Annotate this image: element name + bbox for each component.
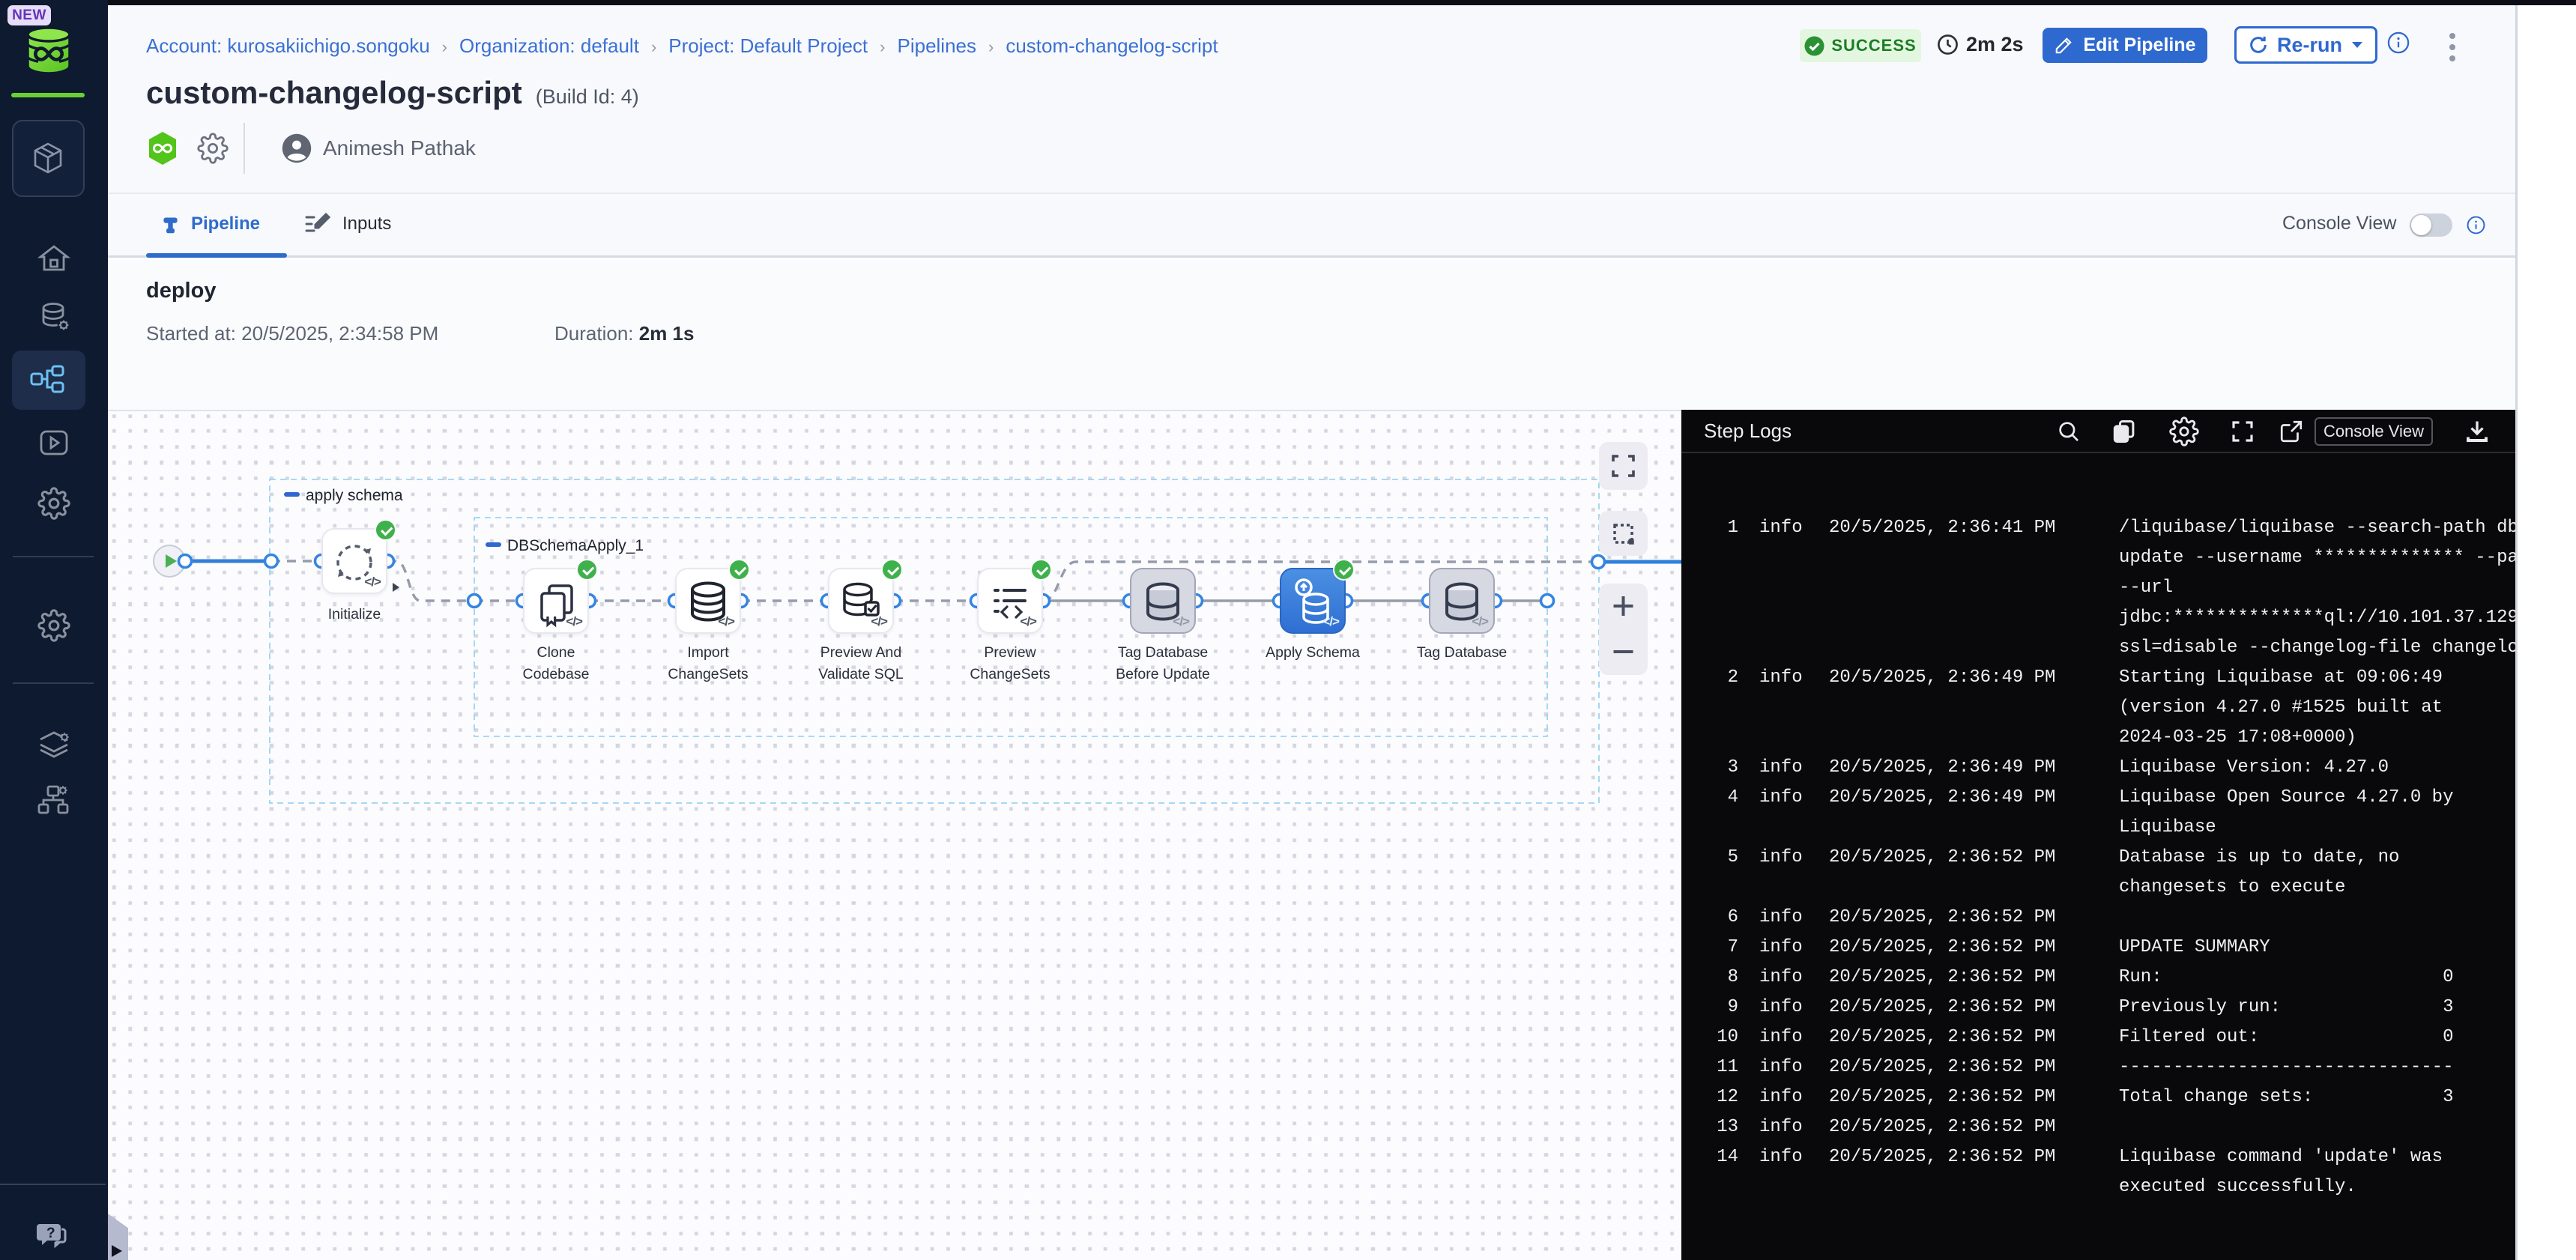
svg-text:?: ? [46,1226,55,1241]
